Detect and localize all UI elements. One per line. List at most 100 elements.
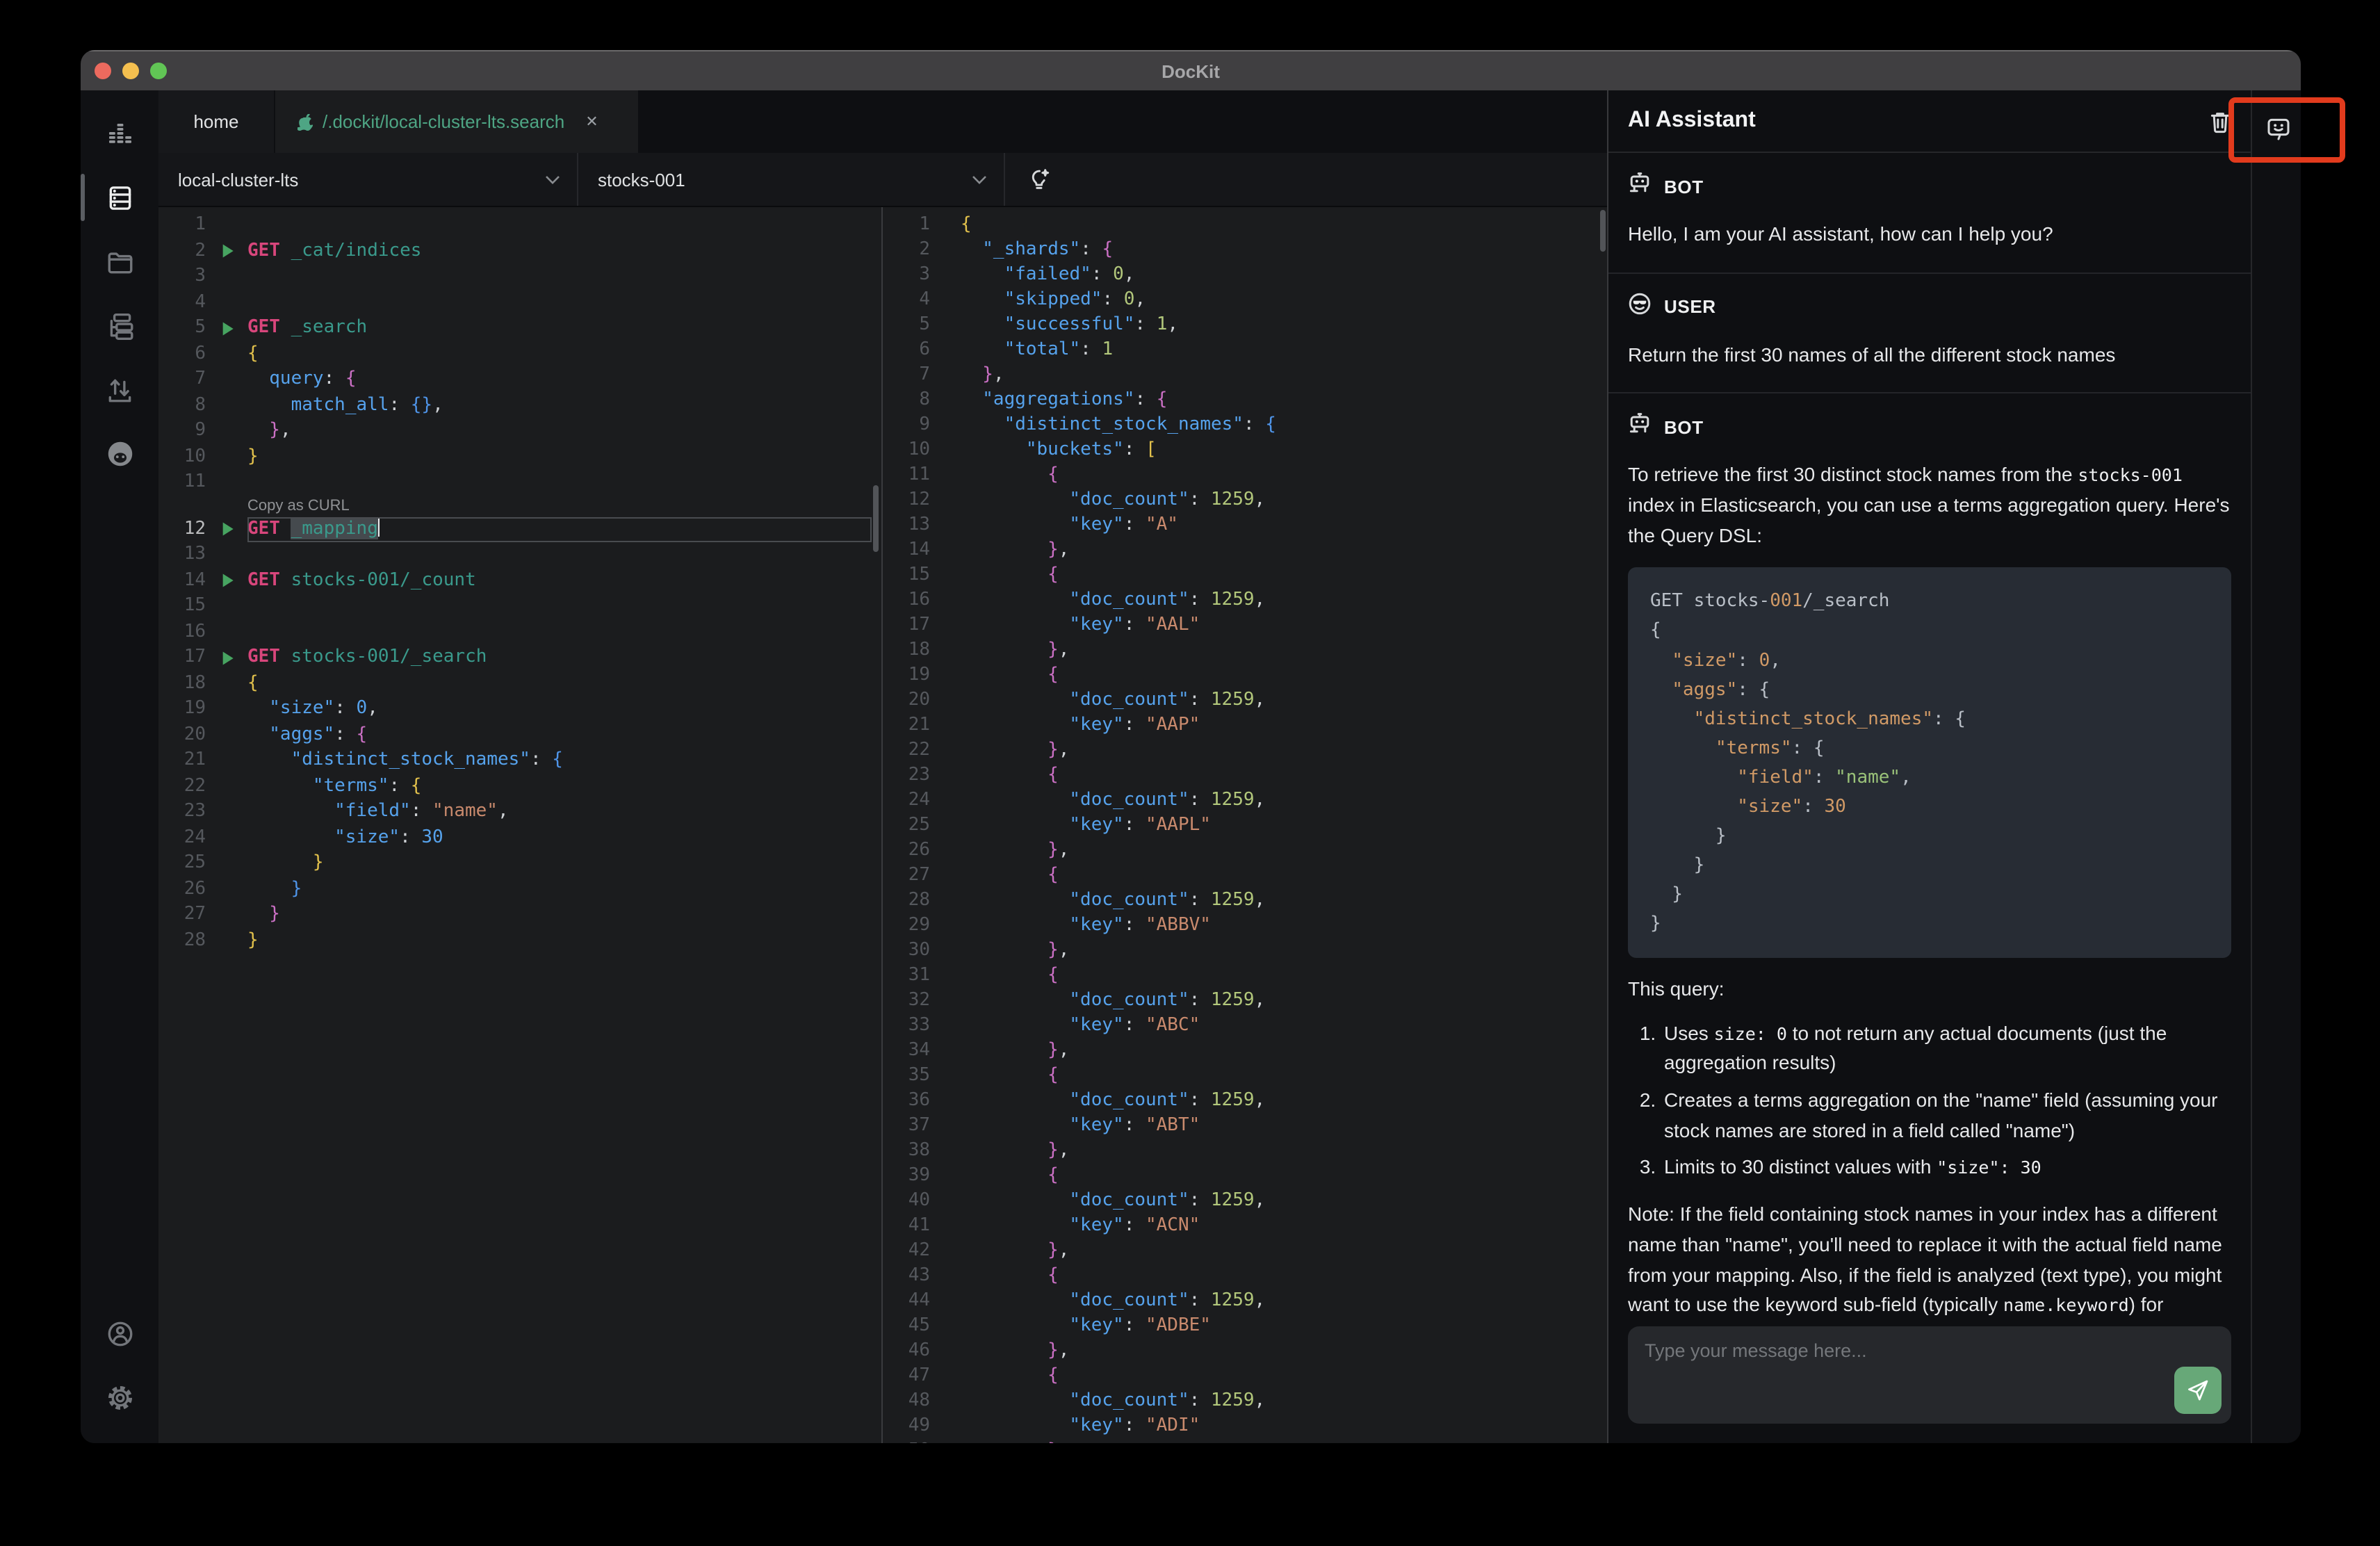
code-line: 43{	[883, 1264, 1607, 1289]
gutter-spacer	[214, 367, 242, 393]
line-number: 21	[883, 713, 938, 738]
code-line: 34},	[883, 1039, 1607, 1064]
sidebar-item-connections[interactable]	[81, 165, 158, 229]
line-number: 37	[883, 1114, 938, 1139]
code-text: }	[247, 877, 881, 902]
line-number: 16	[883, 588, 938, 613]
code-line: 9},	[158, 418, 881, 444]
code-text	[247, 542, 881, 568]
code-text: "doc_count": 1259,	[961, 1389, 1607, 1414]
line-number: 36	[883, 1089, 938, 1114]
editor-scrollbar[interactable]	[873, 485, 879, 552]
code-line: 5"successful": 1,	[883, 313, 1607, 338]
line-number: 28	[158, 928, 214, 954]
sidebar	[81, 90, 158, 1443]
line-number: 4	[158, 290, 214, 316]
chat-message-bot: BOTHello, I am your AI assistant, how ca…	[1608, 153, 2251, 273]
line-number: 49	[883, 1414, 938, 1439]
code-line: 24"size": 30	[158, 825, 881, 851]
code-line: 47{	[883, 1364, 1607, 1389]
code-text: },	[247, 418, 881, 444]
code-text: "key": "ABT"	[961, 1114, 1607, 1139]
line-number: 7	[883, 363, 938, 388]
tab-bar: home /.dockit/local-cluster-lts.search ✕	[158, 90, 1607, 153]
title-bar: DocKit	[81, 50, 2301, 90]
gutter-spacer	[214, 671, 242, 697]
line-number: 50	[883, 1439, 938, 1443]
message-role-label: BOT	[1664, 417, 1704, 438]
line-number: 8	[883, 388, 938, 413]
insight-button[interactable]	[1005, 153, 1072, 206]
chat-message-user: USERReturn the first 30 names of all the…	[1608, 273, 2251, 393]
code-text: {	[961, 1064, 1607, 1089]
code-text: "key": "ACN"	[961, 1214, 1607, 1239]
run-query-icon[interactable]	[214, 568, 242, 594]
connection-select[interactable]: local-cluster-lts	[158, 153, 578, 206]
code-text: {	[961, 863, 1607, 888]
code-line: 6{	[158, 341, 881, 367]
run-query-icon[interactable]	[214, 645, 242, 671]
sidebar-item-import-export[interactable]	[81, 357, 158, 421]
copy-as-curl-lens[interactable]: Copy as CURL	[247, 496, 881, 516]
code-line: 18{	[158, 671, 881, 697]
close-tab-icon[interactable]: ✕	[585, 113, 598, 131]
line-number: 40	[883, 1189, 938, 1214]
line-number: 21	[158, 748, 214, 774]
index-select[interactable]: stocks-001	[578, 153, 1005, 206]
annotation-highlight	[2228, 97, 2345, 163]
gutter-spacer	[214, 748, 242, 774]
query-editor[interactable]: 12GET _cat/indices345GET _search6{7query…	[158, 207, 881, 1443]
sidebar-item-files[interactable]	[81, 229, 158, 293]
right-toolbar-strip	[2251, 90, 2301, 1443]
gutter-spacer	[214, 264, 242, 290]
code-text: "skipped": 0,	[961, 288, 1607, 313]
code-text: },	[961, 1439, 1607, 1443]
sidebar-item-collections[interactable]	[81, 293, 158, 357]
code-text: },	[961, 1239, 1607, 1264]
run-query-icon[interactable]	[214, 516, 242, 542]
run-query-icon[interactable]	[214, 316, 242, 341]
code-text: "size": 0,	[247, 697, 881, 722]
chat-messages: BOTHello, I am your AI assistant, how ca…	[1608, 153, 2251, 1443]
code-text: "field": "name",	[247, 799, 881, 825]
sidebar-item-account[interactable]	[81, 1301, 158, 1365]
line-number: 38	[883, 1139, 938, 1164]
tab-search-file[interactable]: /.dockit/local-cluster-lts.search ✕	[275, 90, 638, 153]
send-button[interactable]	[2174, 1367, 2222, 1414]
code-line: 22"terms": {	[158, 774, 881, 799]
sidebar-item-settings[interactable]	[81, 1365, 158, 1429]
code-line: 27{	[883, 863, 1607, 888]
code-line: 40"doc_count": 1259,	[883, 1189, 1607, 1214]
smiley-sunglasses-icon	[1628, 291, 1652, 322]
tab-search-label: /.dockit/local-cluster-lts.search	[323, 111, 564, 132]
code-line: 11	[158, 470, 881, 496]
line-number: 1	[158, 213, 214, 238]
run-query-icon[interactable]	[214, 238, 242, 264]
code-line: 42},	[883, 1239, 1607, 1264]
code-line: 30},	[883, 938, 1607, 963]
code-text: GET _mapping	[247, 516, 872, 542]
gutter-spacer	[214, 877, 242, 902]
code-text: }	[247, 902, 881, 928]
code-text: }	[247, 851, 881, 877]
collections-icon	[105, 311, 134, 340]
results-scrollbar[interactable]	[1600, 210, 1606, 252]
line-number: 48	[883, 1389, 938, 1414]
code-line: 32"doc_count": 1259,	[883, 988, 1607, 1014]
code-lens-row: Copy as CURL	[158, 496, 881, 516]
code-line: 28"doc_count": 1259,	[883, 888, 1607, 913]
message-role-header: BOT	[1628, 171, 2231, 202]
code-text: GET stocks-001/_search	[247, 645, 881, 671]
code-text: "doc_count": 1259,	[961, 1089, 1607, 1114]
gutter-spacer	[214, 418, 242, 444]
tab-home[interactable]: home	[158, 90, 274, 153]
sidebar-item-logo[interactable]	[81, 101, 158, 165]
results-viewer[interactable]: 1{2"_shards": {3"failed": 0,4"skipped": …	[881, 207, 1607, 1443]
line-number: 11	[883, 463, 938, 488]
message-paragraph: Note: If the field containing stock name…	[1628, 1200, 2231, 1321]
code-text: },	[961, 838, 1607, 863]
line-number: 41	[883, 1214, 938, 1239]
code-line: 45"key": "ADBE"	[883, 1314, 1607, 1339]
sidebar-item-github[interactable]	[81, 421, 158, 485]
chat-input[interactable]	[1628, 1326, 2231, 1424]
